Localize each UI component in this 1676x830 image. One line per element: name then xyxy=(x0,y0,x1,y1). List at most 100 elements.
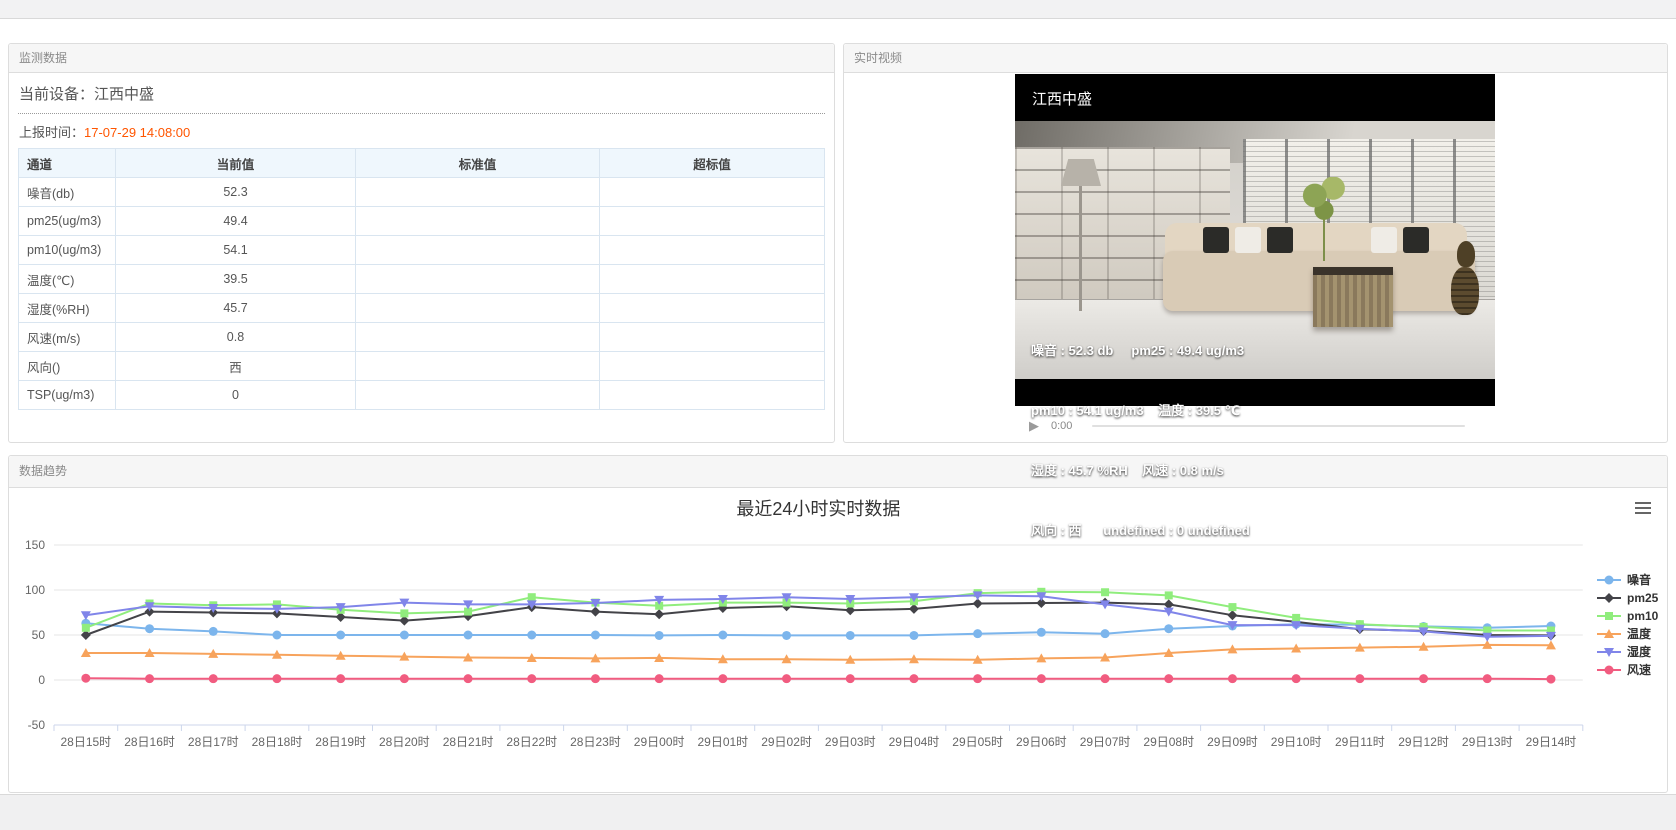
cell-standard xyxy=(356,352,600,381)
cell-channel: 风向() xyxy=(19,352,116,381)
x-axis-label: 28日21时 xyxy=(443,735,494,749)
table-header-row: 通道 当前值 标准值 超标值 xyxy=(19,149,825,178)
series-温度 xyxy=(81,640,1556,664)
x-axis-label: 29日07时 xyxy=(1080,735,1131,749)
cell-over xyxy=(600,294,825,323)
table-row: pm10(ug/m3)54.1 xyxy=(19,236,825,265)
legend-label: pm10 xyxy=(1627,609,1659,623)
cell-current: 0.8 xyxy=(116,323,356,352)
x-axis-label: 28日23时 xyxy=(570,735,621,749)
legend-item-湿度[interactable]: 湿度 xyxy=(1597,644,1652,659)
cell-current: 54.1 xyxy=(116,236,356,265)
cell-channel: pm25(ug/m3) xyxy=(19,207,116,236)
video-panel-title: 实时视频 xyxy=(844,44,1667,73)
x-axis-label: 28日17时 xyxy=(188,735,239,749)
photo-cushion xyxy=(1203,227,1229,253)
legend-label: 温度 xyxy=(1627,626,1652,641)
cell-over xyxy=(600,265,825,294)
x-axis-label: 29日05时 xyxy=(952,735,1003,749)
cell-over xyxy=(600,352,825,381)
cell-over xyxy=(600,236,825,265)
overlay-line: 噪音 : 52.3 db pm25 : 49.4 ug/m3 xyxy=(1031,341,1250,361)
cell-current: 0 xyxy=(116,381,356,410)
x-axis-label: 29日10时 xyxy=(1271,735,1322,749)
cell-current: 45.7 xyxy=(116,294,356,323)
x-axis-label: 28日18时 xyxy=(252,735,303,749)
legend-item-pm10[interactable]: pm10 xyxy=(1597,609,1659,623)
table-row: 风速(m/s)0.8 xyxy=(19,323,825,352)
x-axis-label: 29日03时 xyxy=(825,735,876,749)
trend-panel-title: 数据趋势 xyxy=(9,456,1667,488)
legend-label: 风速 xyxy=(1627,662,1651,677)
x-axis-label: 29日06时 xyxy=(1016,735,1067,749)
table-row: 噪音(db)52.3 xyxy=(19,178,825,207)
chart-title: 最近24小时实时数据 xyxy=(736,499,900,519)
legend-item-pm25[interactable]: pm25 xyxy=(1597,591,1659,605)
x-axis-label: 28日20时 xyxy=(379,735,430,749)
overlay-line: 风向 : 西 undefined : 0 undefined xyxy=(1031,521,1250,541)
photo-vase xyxy=(1451,267,1479,315)
legend-item-温度[interactable]: 温度 xyxy=(1597,626,1652,641)
x-axis-label: 29日02时 xyxy=(761,735,812,749)
y-axis-label: 0 xyxy=(38,673,45,687)
cell-standard xyxy=(356,207,600,236)
table-row: TSP(ug/m3)0 xyxy=(19,381,825,410)
cell-channel: TSP(ug/m3) xyxy=(19,381,116,410)
x-axis-label: 29日00时 xyxy=(634,735,685,749)
cell-over xyxy=(600,178,825,207)
table-row: 风向()西 xyxy=(19,352,825,381)
cell-current: 西 xyxy=(116,352,356,381)
overlay-line: 湿度 : 45.7 %RH 风速 : 0.8 m/s xyxy=(1031,461,1250,481)
header-channel: 通道 xyxy=(19,149,116,178)
y-axis-label: 150 xyxy=(25,538,45,552)
current-device-label: 当前设备：江西中盛 xyxy=(18,80,825,114)
cell-over xyxy=(600,207,825,236)
cell-current: 49.4 xyxy=(116,207,356,236)
photo-coffee-table xyxy=(1313,267,1393,327)
photo-plant-leaves xyxy=(1301,177,1347,251)
legend-item-风速[interactable]: 风速 xyxy=(1597,662,1651,677)
chart-export-menu-icon[interactable] xyxy=(1635,502,1651,514)
photo-cushion xyxy=(1267,227,1293,253)
cell-standard xyxy=(356,265,600,294)
x-axis-label: 28日16时 xyxy=(124,735,175,749)
report-time-label: 上报时间： xyxy=(19,125,84,140)
table-row: 温度(℃)39.5 xyxy=(19,265,825,294)
y-axis-label: -50 xyxy=(28,718,46,732)
x-axis-label: 29日01时 xyxy=(697,735,748,749)
legend-label: 湿度 xyxy=(1627,644,1652,659)
cell-standard xyxy=(356,236,600,265)
monitor-panel-title: 监测数据 xyxy=(9,44,834,73)
cell-current: 39.5 xyxy=(116,265,356,294)
series-风速 xyxy=(81,674,1555,684)
cell-channel: 风速(m/s) xyxy=(19,323,116,352)
header-current: 当前值 xyxy=(116,149,356,178)
header-standard: 标准值 xyxy=(356,149,600,178)
video-device-title: 江西中盛 xyxy=(1032,88,1092,109)
video-data-overlay: 噪音 : 52.3 db pm25 : 49.4 ug/m3 pm10 : 54… xyxy=(1031,301,1250,581)
x-axis-label: 29日14时 xyxy=(1526,735,1577,749)
cell-standard xyxy=(356,294,600,323)
x-axis-label: 29日12时 xyxy=(1398,735,1449,749)
cell-channel: 湿度(%RH) xyxy=(19,294,116,323)
video-player[interactable]: 江西中盛 噪音 : 52.3 db pm25 : 49.4 ug/m3 pm10… xyxy=(1015,74,1495,406)
header-over: 超标值 xyxy=(600,149,825,178)
cell-over xyxy=(600,381,825,410)
trend-chart: -5005010015028日15时28日16时28日17时28日18时28日1… xyxy=(9,488,1667,793)
x-axis-label: 29日08时 xyxy=(1143,735,1194,749)
overlay-line: pm10 : 54.1 ug/m3 温度 : 39.5 ℃ xyxy=(1031,401,1250,421)
x-axis-label: 29日11时 xyxy=(1335,735,1385,749)
x-axis-label: 29日09时 xyxy=(1207,735,1258,749)
cell-standard xyxy=(356,178,600,207)
y-axis-label: 50 xyxy=(32,628,46,642)
cell-channel: 噪音(db) xyxy=(19,178,116,207)
photo-cushion xyxy=(1403,227,1429,253)
data-trend-panel: 数据趋势 -5005010015028日15时28日16时28日17时28日18… xyxy=(8,455,1668,793)
x-axis-label: 29日13时 xyxy=(1462,735,1513,749)
line-chart-canvas: -5005010015028日15时28日16时28日17时28日18时28日1… xyxy=(9,488,1667,788)
live-video-panel: 实时视频 江西中盛 噪音 : 52.3 db pm25 : 49.4 ug/m3 xyxy=(843,43,1668,443)
photo-vase xyxy=(1457,241,1475,267)
monitor-data-panel: 监测数据 当前设备：江西中盛 上报时间：17-07-29 14:08:00 通道… xyxy=(8,43,835,443)
cell-standard xyxy=(356,323,600,352)
legend-item-噪音[interactable]: 噪音 xyxy=(1597,572,1651,587)
